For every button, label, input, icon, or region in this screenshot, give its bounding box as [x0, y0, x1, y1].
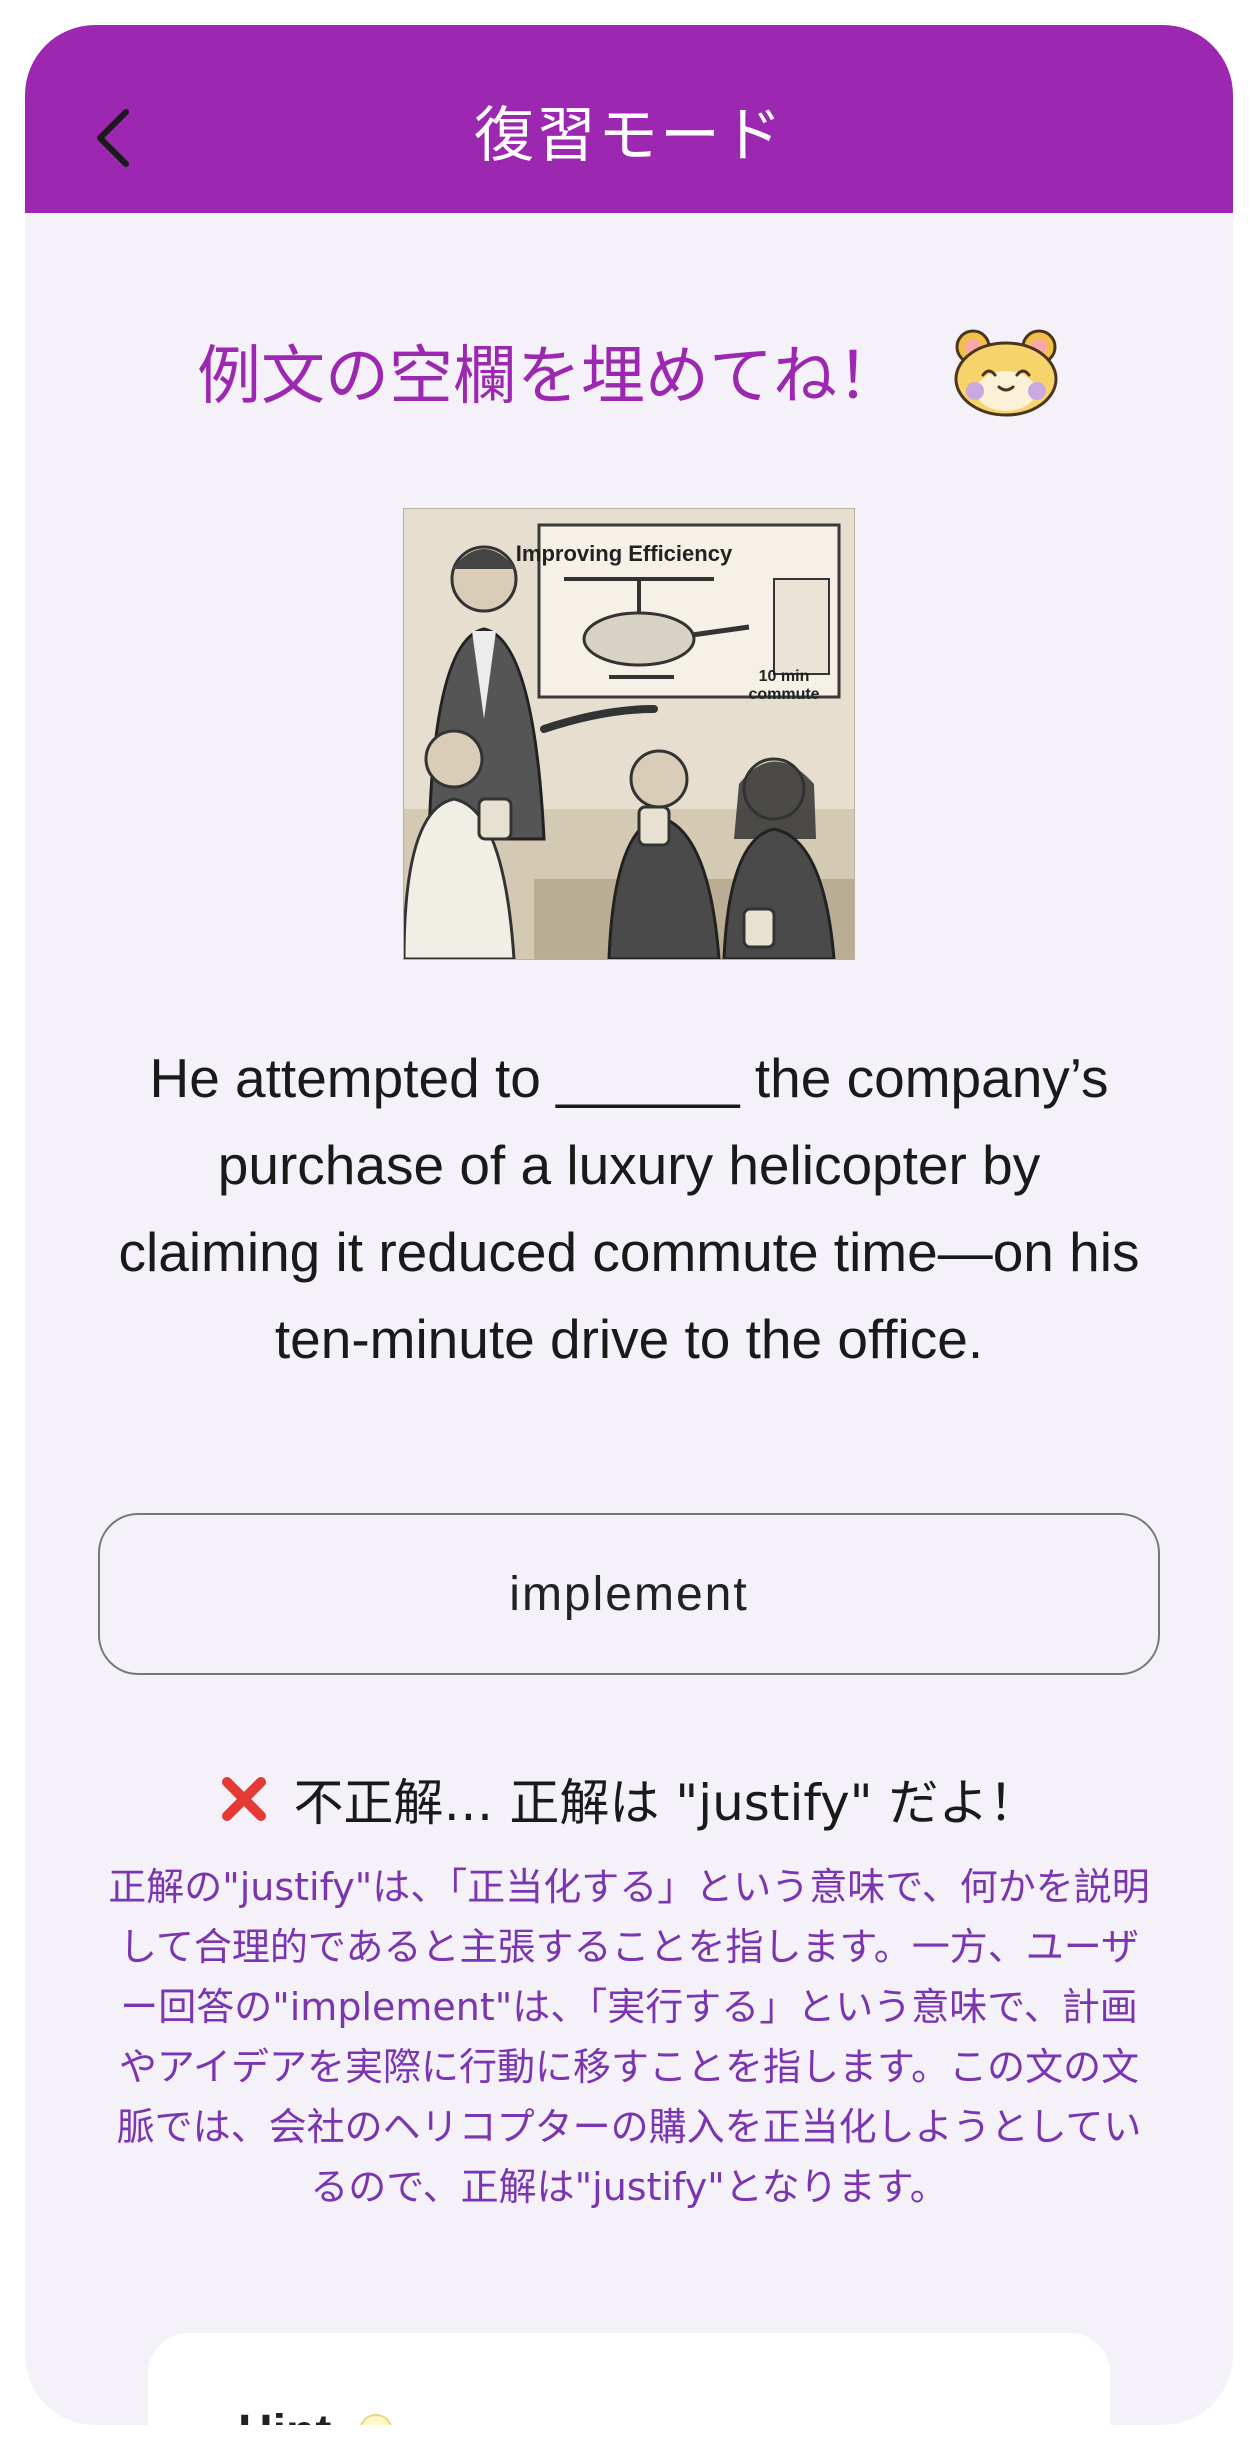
- result-message-row: 不正解… 正解は "justify" だよ！: [25, 1763, 1233, 1835]
- sign-title: Improving Efficiency: [516, 541, 733, 566]
- example-sentence: He attempted to ______ the company’s pur…: [118, 1047, 1140, 1370]
- lightbulb-icon: [360, 2414, 392, 2425]
- sentence-illustration: Improving Efficiency 10 min commute: [402, 508, 855, 961]
- instruction-text: 例文の空欄を埋めてね！: [197, 340, 901, 414]
- app-card: 復習モード 例文の空欄を埋めてね！ Improving Efficiency 1…: [25, 25, 1233, 2425]
- hamster-mascot-icon: [954, 329, 1058, 417]
- sign-note-2: commute: [748, 686, 819, 703]
- incorrect-x-icon: [222, 1777, 267, 1821]
- hint-card[interactable]: Hint: [148, 2333, 1110, 2425]
- app-header: 復習モード: [25, 25, 1233, 213]
- hint-title: Hint: [238, 2405, 331, 2425]
- sign-note-1: 10 min: [759, 668, 810, 685]
- explanation-text: 正解の"justify"は、「正当化する」という意味で、何かを説明して合理的であ…: [108, 1865, 1150, 2209]
- answer-field[interactable]: implement: [98, 1513, 1160, 1675]
- result-text: 不正解… 正解は "justify" だよ！: [293, 1774, 1039, 1832]
- page-title: 復習モード: [474, 101, 784, 171]
- instruction-row: 例文の空欄を埋めてね！: [25, 325, 1233, 417]
